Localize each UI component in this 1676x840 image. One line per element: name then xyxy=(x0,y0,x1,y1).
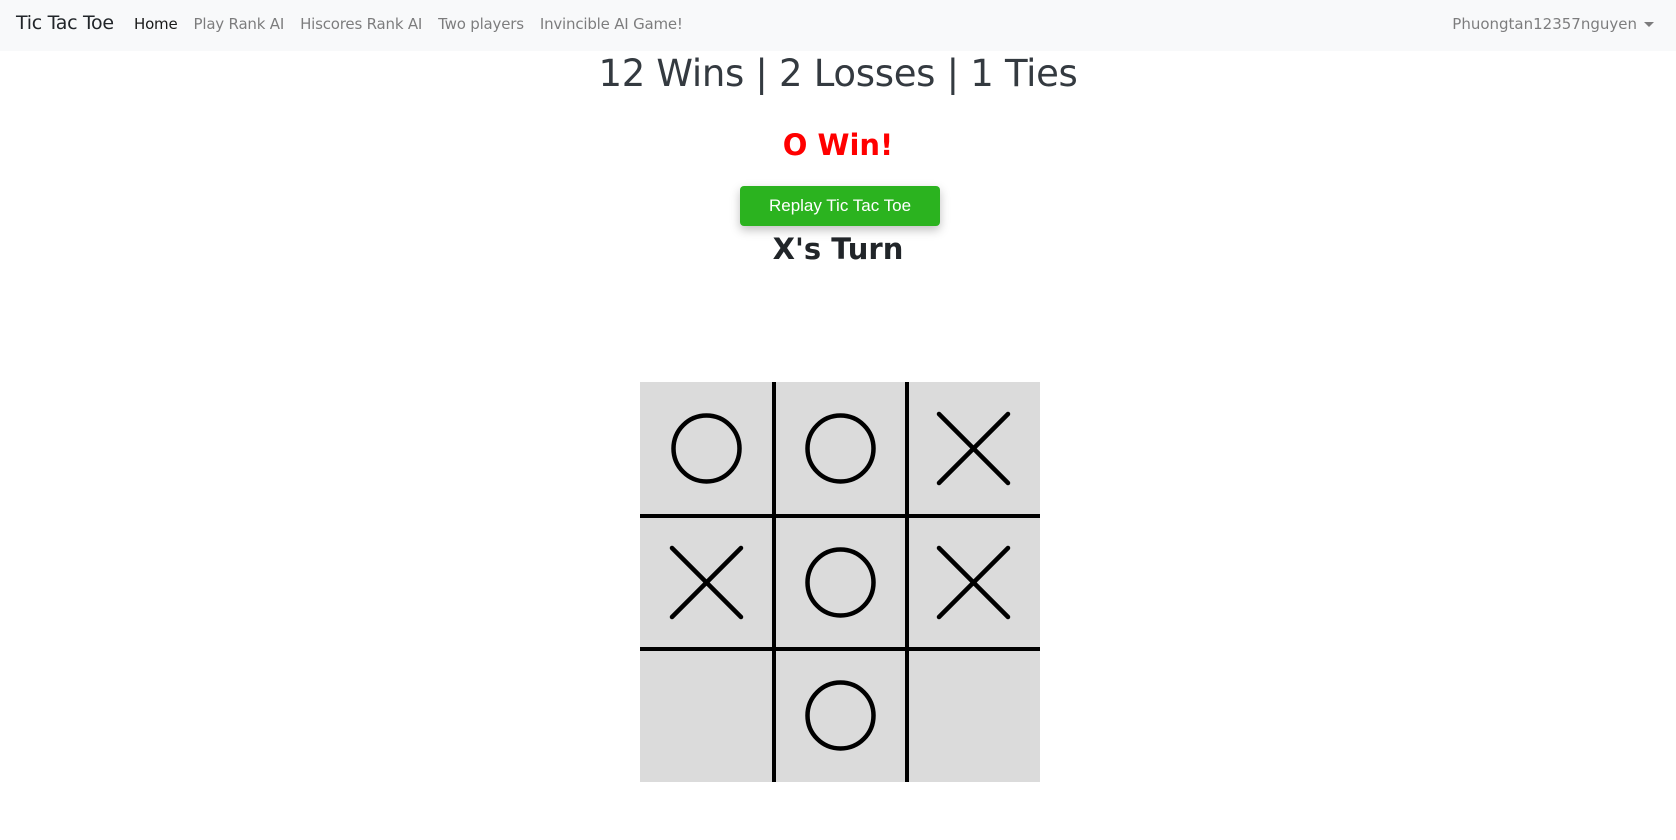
navbar: Tic Tac Toe Home Play Rank AI Hiscores R… xyxy=(0,0,1676,51)
board-cell-2-1[interactable] xyxy=(774,649,907,782)
brand-link[interactable]: Tic Tac Toe xyxy=(16,12,114,34)
replay-button[interactable]: Replay Tic Tac Toe xyxy=(740,186,940,226)
grid-line-vertical-2 xyxy=(905,382,909,782)
username: Phuongtan12357nguyen xyxy=(1452,15,1637,33)
nav-link-two-players[interactable]: Two players xyxy=(438,15,524,33)
o-mark-icon xyxy=(804,680,876,751)
grid-line-horizontal-1 xyxy=(640,514,1040,518)
o-mark-icon xyxy=(671,413,742,484)
board-cell-0-0[interactable] xyxy=(640,382,773,515)
nav-links: Home Play Rank AI Hiscores Rank AI Two p… xyxy=(134,15,699,33)
x-mark-icon xyxy=(669,545,744,619)
nav-link-invincible-ai-game[interactable]: Invincible AI Game! xyxy=(540,15,683,33)
caret-down-icon xyxy=(1644,21,1654,27)
board-cell-0-1[interactable] xyxy=(774,382,907,515)
game-result: O Win! xyxy=(782,128,894,162)
turn-indicator: X's Turn xyxy=(772,232,904,266)
board-cell-1-0[interactable] xyxy=(640,516,773,649)
grid-line-horizontal-2 xyxy=(640,647,1040,651)
nav-link-play-rank-ai[interactable]: Play Rank AI xyxy=(194,15,285,33)
board-cell-1-2[interactable] xyxy=(907,516,1040,649)
user-dropdown[interactable]: Phuongtan12357nguyen xyxy=(1452,15,1654,33)
board-cell-2-2[interactable] xyxy=(907,649,1040,782)
o-mark-icon xyxy=(804,413,876,484)
x-mark-icon xyxy=(936,545,1011,619)
nav-link-home[interactable]: Home xyxy=(134,15,178,33)
x-mark-icon xyxy=(936,411,1011,486)
o-mark-icon xyxy=(804,546,876,618)
score-summary: 12 Wins | 2 Losses | 1 Ties xyxy=(598,52,1078,95)
game-board xyxy=(640,382,1040,782)
grid-line-vertical-1 xyxy=(772,382,776,782)
board-cell-0-2[interactable] xyxy=(907,382,1040,515)
nav-link-hiscores-rank-ai[interactable]: Hiscores Rank AI xyxy=(300,15,422,33)
board-cell-2-0[interactable] xyxy=(640,649,773,782)
board-cell-1-1[interactable] xyxy=(774,516,907,649)
